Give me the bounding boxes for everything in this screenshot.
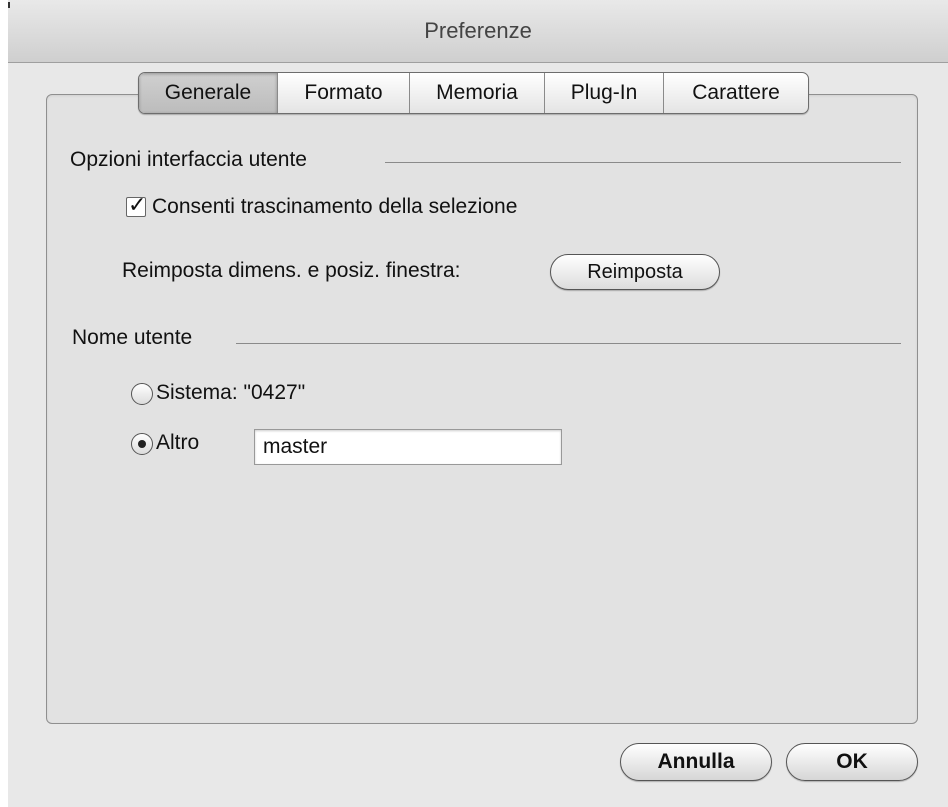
system-radio-label: Sistema: "0427" <box>156 381 306 404</box>
user-name-heading: Nome utente <box>72 326 193 349</box>
cancel-button[interactable]: Annulla <box>620 743 772 781</box>
window-corner-mark <box>8 2 10 8</box>
other-name-input[interactable] <box>254 429 562 465</box>
tab-generale[interactable]: Generale <box>139 73 277 113</box>
tab-carattere[interactable]: Carattere <box>663 73 808 113</box>
ui-options-heading: Opzioni interfaccia utente <box>70 148 307 171</box>
other-radio-label: Altro <box>156 431 200 454</box>
ok-button[interactable]: OK <box>786 743 918 781</box>
window-title: Preferenze <box>424 18 532 43</box>
reset-window-label: Reimposta dimens. e posiz. finestra: <box>122 259 461 282</box>
checkmark-icon: ✓ <box>128 192 147 217</box>
other-radio[interactable] <box>131 433 153 455</box>
tab-content-panel <box>46 94 918 724</box>
user-name-divider <box>236 343 901 344</box>
ui-options-divider <box>385 162 901 163</box>
system-radio[interactable] <box>131 383 153 405</box>
tab-formato[interactable]: Formato <box>277 73 409 113</box>
tab-plug-in[interactable]: Plug-In <box>544 73 663 113</box>
tab-memoria[interactable]: Memoria <box>409 73 544 113</box>
reset-button[interactable]: Reimposta <box>550 254 720 290</box>
allow-drag-checkbox[interactable]: ✓ <box>126 192 146 217</box>
tab-bar: Generale Formato Memoria Plug-In Caratte… <box>138 72 809 114</box>
allow-drag-label: Consenti trascinamento della selezione <box>152 195 518 218</box>
radio-selected-dot <box>138 440 146 448</box>
preferences-window: Preferenze Generale Formato Memoria Plug… <box>8 0 948 807</box>
title-bar[interactable]: Preferenze <box>8 0 948 63</box>
